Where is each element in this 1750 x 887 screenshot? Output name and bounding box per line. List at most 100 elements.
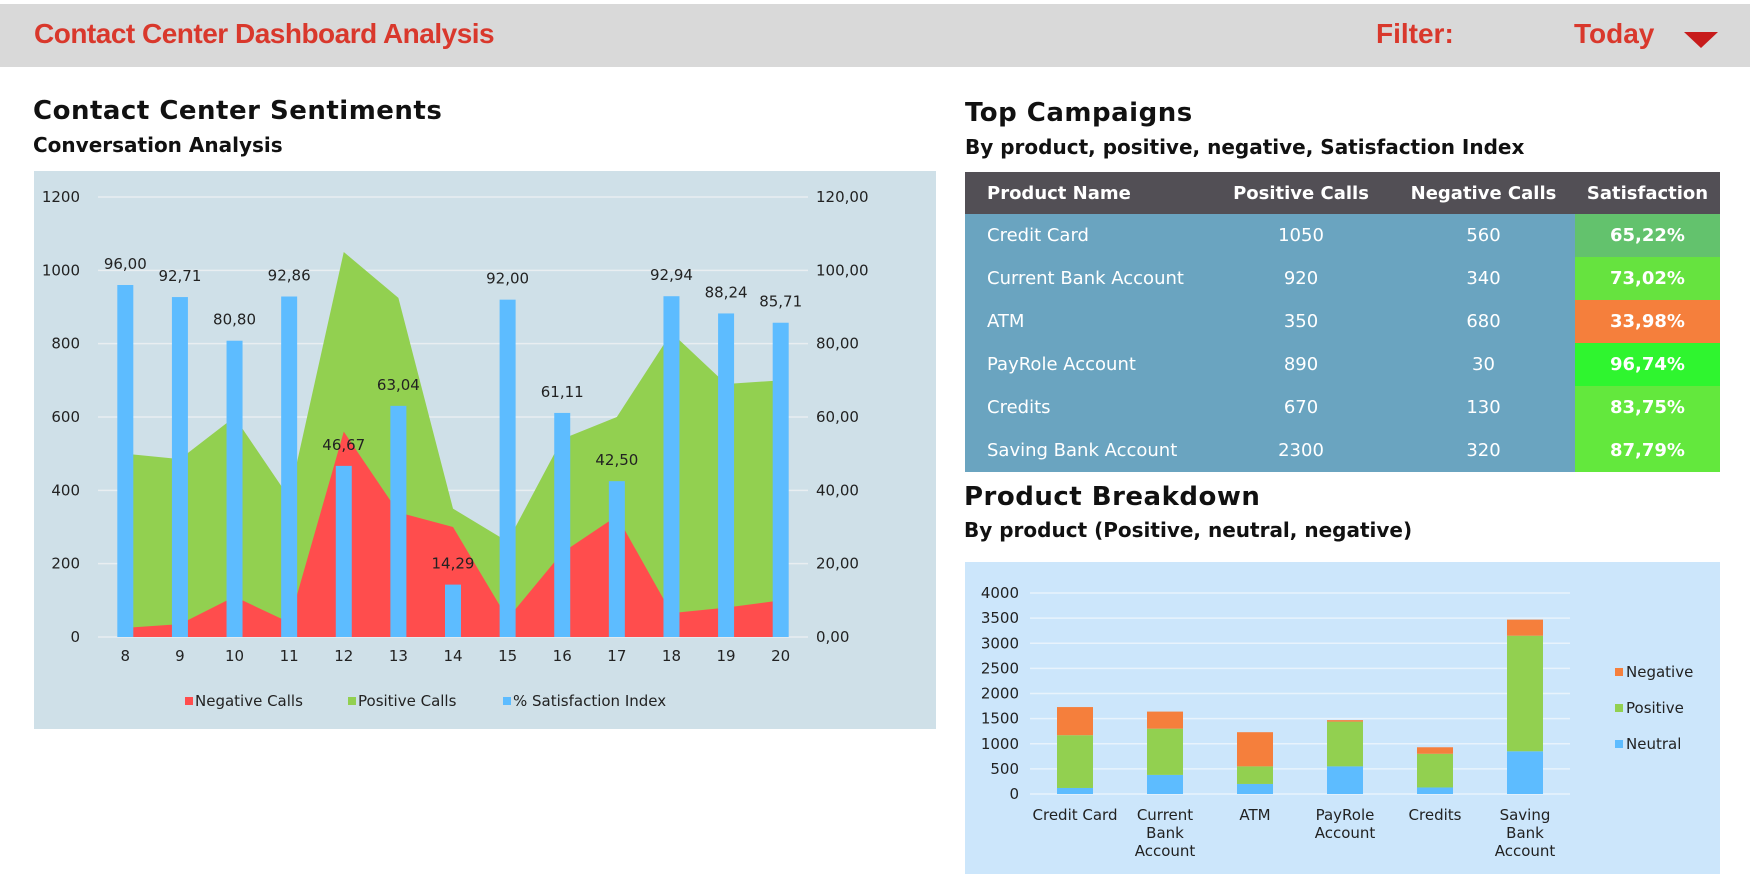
y-tick-label: 0	[1009, 785, 1019, 803]
data-label: 92,71	[158, 267, 201, 285]
y-tick-label: 2500	[981, 659, 1019, 677]
positive-calls-cell: 1050	[1210, 214, 1392, 257]
stacked-bar-segment	[1147, 728, 1183, 775]
satisfaction-bar	[281, 296, 298, 637]
app-title: Contact Center Dashboard Analysis	[34, 18, 495, 49]
data-label: 61,11	[541, 383, 584, 401]
stacked-bar-segment	[1327, 721, 1363, 767]
satisfaction-cell: 83,75%	[1575, 386, 1720, 429]
legend-swatch	[503, 697, 511, 705]
y-tick-label: 2000	[981, 685, 1019, 703]
x-tick-label: Current	[1137, 806, 1193, 824]
x-tick-label: 12	[334, 647, 353, 665]
negative-calls-cell: 340	[1392, 257, 1575, 300]
column-header-negative[interactable]: Negative Calls	[1392, 172, 1575, 214]
stacked-bar-segment	[1327, 766, 1363, 794]
stacked-bar-segment	[1417, 787, 1453, 794]
legend-label: Negative Calls	[195, 692, 303, 710]
breakdown-chart: 0 500 1000 1500 2000 2500 3000 3500 4000 Credit C…	[965, 562, 1720, 874]
satisfaction-bar	[608, 481, 625, 637]
y-tick-label-right: 60,00	[816, 408, 859, 426]
negative-calls-cell: 320	[1392, 429, 1575, 472]
filter-dropdown-value[interactable]: Today	[1574, 18, 1654, 50]
positive-calls-cell: 890	[1210, 343, 1392, 386]
x-tick-label: Saving	[1500, 806, 1551, 824]
y-tick-label-right: 120,00	[816, 188, 869, 206]
x-tick-label: 18	[662, 647, 681, 665]
satisfaction-bar	[117, 285, 134, 637]
x-tick-label: Credit Card	[1033, 806, 1118, 824]
y-tick-label-right: 40,00	[816, 481, 859, 499]
positive-calls-cell: 920	[1210, 257, 1392, 300]
x-tick-label: 14	[443, 647, 462, 665]
x-tick-label: PayRole	[1316, 806, 1375, 824]
data-label: 96,00	[104, 255, 147, 273]
y-tick-label-left: 200	[51, 555, 80, 573]
product-name-cell: ATM	[965, 300, 1210, 343]
stacked-bar-segment	[1237, 766, 1273, 784]
legend-swatch	[348, 697, 356, 705]
data-label: 85,71	[759, 293, 802, 311]
product-name-cell: PayRole Account	[965, 343, 1210, 386]
y-tick-label-right: 0,00	[816, 628, 849, 646]
product-name-cell: Credits	[965, 386, 1210, 429]
y-tick-label-left: 1000	[42, 261, 80, 279]
x-tick-label: 17	[607, 647, 626, 665]
table-row[interactable]: Current Bank Account 920 340 73,02%	[965, 257, 1720, 300]
legend-swatch	[1615, 740, 1623, 748]
stacked-bar-segment	[1417, 753, 1453, 788]
y-tick-label: 3000	[981, 634, 1019, 652]
y-tick-label-left: 0	[70, 628, 80, 646]
breakdown-title: Product Breakdown	[964, 482, 1261, 512]
legend-label: Negative	[1626, 663, 1693, 681]
column-header-positive[interactable]: Positive Calls	[1210, 172, 1392, 214]
sentiment-chart: 0 200 400 600 800 1000 1200 0,00 20,00 40,00 60,00…	[34, 171, 936, 729]
data-label: 92,94	[650, 266, 693, 284]
satisfaction-bar	[772, 322, 789, 637]
stacked-bar-segment	[1057, 707, 1093, 736]
data-label: 46,67	[322, 436, 365, 454]
x-tick-label: 9	[175, 647, 185, 665]
stacked-bar-segment	[1417, 747, 1453, 754]
satisfaction-bar	[499, 299, 516, 637]
x-tick-label: Account	[1135, 842, 1196, 860]
table-row[interactable]: Saving Bank Account 2300 320 87,79%	[965, 429, 1720, 472]
chevron-down-icon[interactable]	[1684, 32, 1718, 48]
breakdown-chart-svg: 0 500 1000 1500 2000 2500 3000 3500 4000 Credit C…	[981, 584, 1694, 860]
legend-label: Positive Calls	[358, 692, 457, 710]
stacked-bar-segment	[1237, 732, 1273, 767]
stacked-bar-segment	[1057, 735, 1093, 788]
column-header-satisfaction[interactable]: Satisfaction	[1575, 172, 1720, 214]
product-name-cell: Credit Card	[965, 214, 1210, 257]
table-row[interactable]: Credit Card 1050 560 65,22%	[965, 214, 1720, 257]
satisfaction-bar	[718, 313, 735, 637]
stacked-bar-segment	[1147, 711, 1183, 729]
breakdown-subtitle: By product (Positive, neutral, negative)	[964, 518, 1413, 542]
negative-calls-cell: 30	[1392, 343, 1575, 386]
x-tick-label: Credits	[1409, 806, 1462, 824]
table-row[interactable]: Credits 670 130 83,75%	[965, 386, 1720, 429]
column-header-product[interactable]: Product Name	[965, 172, 1210, 214]
x-tick-label: Account	[1315, 824, 1376, 842]
y-tick-label: 1500	[981, 710, 1019, 728]
table-row[interactable]: PayRole Account 890 30 96,74%	[965, 343, 1720, 386]
data-label: 88,24	[705, 283, 748, 301]
y-tick-label: 500	[990, 760, 1019, 778]
x-tick-label: 11	[280, 647, 299, 665]
y-tick-label-left: 400	[51, 481, 80, 499]
legend-label: Neutral	[1626, 735, 1681, 753]
legend-swatch	[1615, 668, 1623, 676]
y-tick-label: 1000	[981, 735, 1019, 753]
x-tick-label: 20	[771, 647, 790, 665]
y-tick-label-right: 100,00	[816, 261, 869, 279]
product-name-cell: Current Bank Account	[965, 257, 1210, 300]
satisfaction-bar	[226, 340, 243, 637]
satisfaction-bar	[171, 297, 188, 637]
x-tick-label: 10	[225, 647, 244, 665]
satisfaction-cell: 65,22%	[1575, 214, 1720, 257]
data-label: 63,04	[377, 376, 420, 394]
satisfaction-cell: 87,79%	[1575, 429, 1720, 472]
stacked-bar-segment	[1507, 619, 1543, 636]
x-tick-label: 19	[717, 647, 736, 665]
table-row[interactable]: ATM 350 680 33,98%	[965, 300, 1720, 343]
